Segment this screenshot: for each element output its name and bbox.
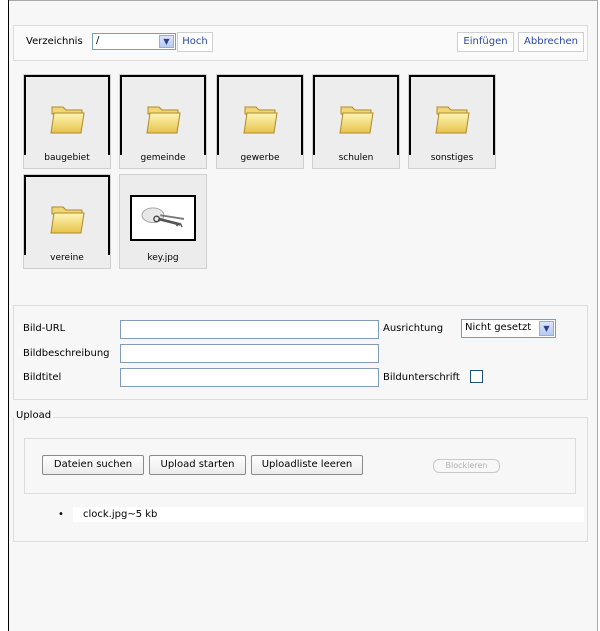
- cancel-button[interactable]: Abbrechen: [518, 32, 584, 52]
- directory-value: /: [96, 35, 100, 46]
- start-upload-button[interactable]: Upload starten: [149, 455, 246, 475]
- folder-tile[interactable]: baugebiet: [23, 74, 111, 169]
- tile-border: [301, 75, 303, 155]
- clear-upload-list-button[interactable]: Uploadliste leeren: [251, 455, 363, 475]
- upload-controls: Dateien suchen Upload starten Uploadlist…: [24, 438, 576, 494]
- upload-file-name: clock.jpg~5 kb: [83, 509, 158, 520]
- chevron-down-icon[interactable]: ▼: [159, 35, 174, 48]
- folder-tile[interactable]: sonstiges: [408, 74, 496, 169]
- alignment-label: Ausrichtung: [383, 323, 444, 334]
- chevron-down-icon[interactable]: ▼: [539, 321, 554, 336]
- folder-icon: [50, 101, 86, 135]
- directory-label: Verzeichnis: [26, 36, 83, 47]
- toolbar: Verzeichnis / ▼ Hoch Einfügen Abbrechen: [13, 25, 588, 61]
- caption-label: Bildunterschrift: [383, 372, 460, 383]
- tile-border: [409, 75, 411, 155]
- folder-tile[interactable]: gemeinde: [119, 74, 207, 169]
- description-label: Bildbeschreibung: [23, 348, 110, 359]
- folder-icon: [146, 101, 182, 135]
- tile-border: [24, 175, 110, 177]
- tile-caption: sonstiges: [430, 153, 474, 163]
- browse-files-button[interactable]: Dateien suchen: [42, 455, 144, 475]
- url-input[interactable]: [120, 320, 379, 339]
- tile-border: [120, 75, 206, 77]
- caption-checkbox[interactable]: [470, 370, 483, 383]
- tile-border: [409, 75, 495, 77]
- tile-border: [313, 75, 399, 77]
- frame-left-border: [8, 0, 9, 631]
- description-input[interactable]: [120, 344, 379, 363]
- tile-border: [313, 75, 315, 155]
- tile-caption: vereine: [50, 253, 84, 263]
- directory-select[interactable]: / ▼: [92, 33, 176, 50]
- tile-caption: key.jpg: [147, 253, 179, 263]
- tile-border: [217, 75, 219, 155]
- tile-border: [108, 75, 110, 155]
- tile-border: [108, 175, 110, 255]
- up-button[interactable]: Hoch: [177, 32, 213, 52]
- title-input[interactable]: [120, 368, 379, 387]
- tile-caption: gewerbe: [240, 153, 280, 163]
- image-tile[interactable]: key.jpg: [119, 174, 207, 269]
- image-thumbnail: [130, 195, 196, 241]
- tile-caption: schulen: [338, 153, 374, 163]
- url-label: Bild-URL: [23, 323, 66, 334]
- alignment-select[interactable]: Nicht gesetzt ▼: [461, 319, 556, 338]
- tile-border: [120, 75, 122, 155]
- upload-panel: Dateien suchen Upload starten Uploadlist…: [13, 417, 588, 542]
- tile-border: [397, 75, 399, 155]
- alignment-value: Nicht gesetzt: [465, 322, 532, 333]
- folder-tile[interactable]: vereine: [23, 174, 111, 269]
- tile-border: [24, 175, 26, 255]
- tile-caption: gemeinde: [140, 153, 186, 163]
- tile-border: [24, 75, 110, 77]
- folder-icon: [50, 201, 86, 235]
- tile-border: [24, 75, 26, 155]
- folder-icon: [339, 101, 375, 135]
- tile-border: [204, 75, 206, 155]
- list-bullet: •: [58, 509, 64, 520]
- title-label: Bildtitel: [23, 372, 62, 383]
- folder-tile[interactable]: gewerbe: [216, 74, 304, 169]
- tile-border: [493, 75, 495, 155]
- tile-border: [217, 75, 303, 77]
- folder-icon: [243, 101, 279, 135]
- folder-tile[interactable]: schulen: [312, 74, 400, 169]
- tile-caption: baugebiet: [44, 153, 90, 163]
- image-properties-panel: Bild-URL Bildbeschreibung Bildtitel Ausr…: [13, 305, 588, 400]
- upload-legend: Upload: [14, 410, 54, 421]
- insert-button[interactable]: Einfügen: [457, 32, 514, 52]
- upload-file-item: clock.jpg~5 kb: [73, 507, 584, 522]
- folder-icon: [435, 101, 471, 135]
- block-button: Blockieren: [433, 459, 500, 473]
